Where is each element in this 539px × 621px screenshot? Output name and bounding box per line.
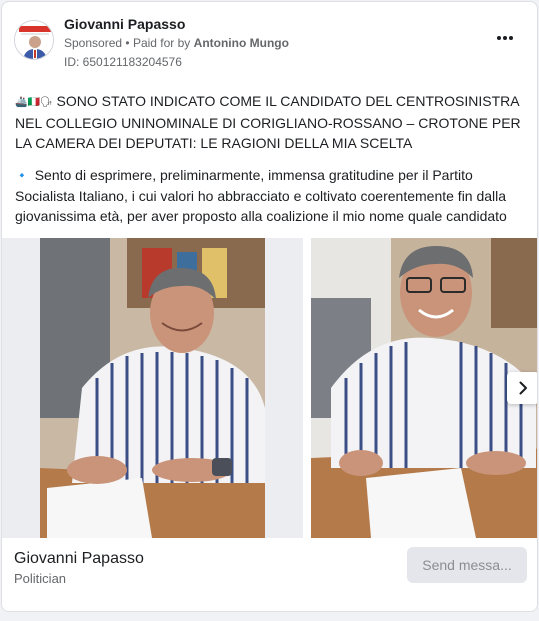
post-text: 🚢🇮🇹🗣 SONO STATO INDICATO COME IL CANDIDA… [15, 91, 529, 225]
page-avatar[interactable] [14, 20, 54, 60]
paid-for-prefix: Paid for by [132, 36, 191, 50]
library-id: ID: 650121183204576 [64, 55, 182, 69]
payer-name[interactable]: Antonino Mungo [194, 36, 289, 50]
photo-smiling [311, 238, 537, 538]
ad-card: Giovanni Papasso Sponsored • Paid for by… [1, 1, 538, 612]
footer-page-category: Politician [14, 571, 67, 586]
sponsored-label: Sponsored [64, 36, 123, 50]
footer-page-name[interactable]: Giovanni Papasso [14, 550, 144, 568]
image-carousel[interactable] [2, 238, 537, 538]
post-body: Sento di esprimere, preliminarmente, imm… [15, 167, 507, 224]
flag-emoji-icons: 🚢🇮🇹🗣 [15, 97, 53, 108]
separator-dot: • [125, 36, 133, 50]
carousel-slide-1[interactable] [2, 238, 303, 538]
sponsored-line: Sponsored • Paid for by Antonino Mungo [64, 36, 289, 50]
photo-signing [2, 238, 303, 538]
carousel-slide-2[interactable] [311, 238, 537, 538]
chevron-right-icon[interactable] [507, 372, 537, 404]
blue-diamond-icon: 🔹 [15, 170, 29, 182]
post-body-paragraph: 🔹 Sento di esprimere, preliminarmente, im… [15, 165, 529, 225]
more-options-icon[interactable] [495, 32, 515, 44]
post-headline-paragraph: 🚢🇮🇹🗣 SONO STATO INDICATO COME IL CANDIDA… [15, 91, 529, 153]
ad-footer: Giovanni Papasso Politician Send messa..… [2, 538, 537, 611]
ad-header: Giovanni Papasso Sponsored • Paid for by… [14, 14, 525, 72]
page-name[interactable]: Giovanni Papasso [64, 16, 185, 32]
post-headline: SONO STATO INDICATO COME IL CANDIDATO DE… [15, 93, 521, 151]
send-message-button[interactable]: Send messa... [407, 547, 527, 583]
